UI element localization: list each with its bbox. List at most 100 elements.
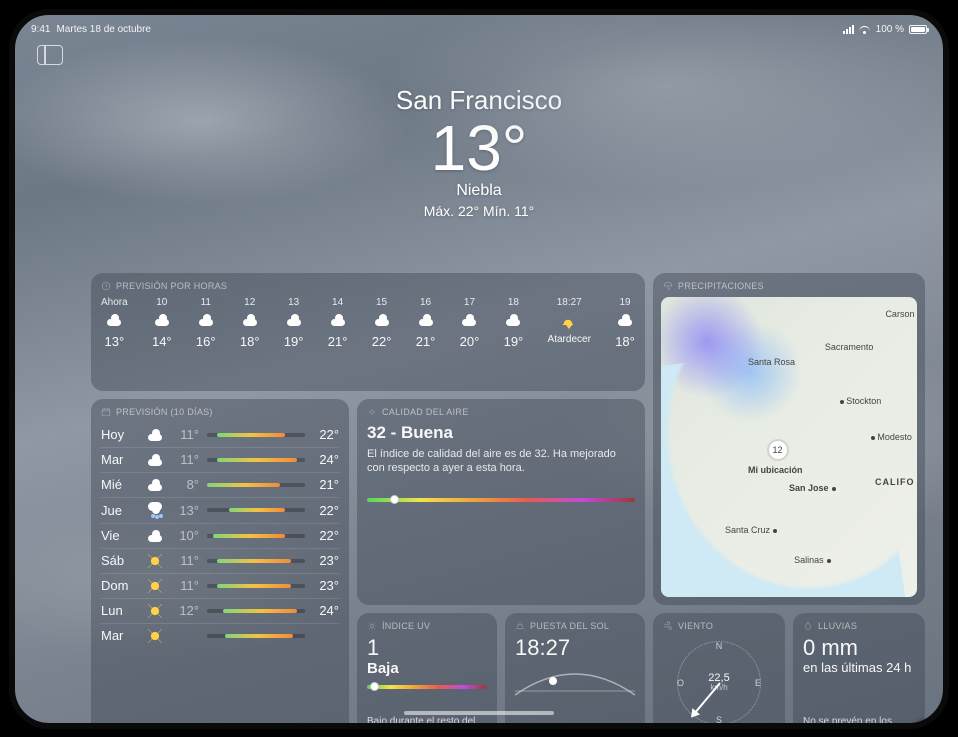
droplet-icon — [803, 621, 813, 631]
rain-label: en las últimas 24 h — [803, 660, 915, 675]
air-quality-card[interactable]: Calidad del aire 32 - Buena El índice de… — [357, 399, 645, 605]
sun-icon — [148, 579, 162, 593]
hour-column: 1218° — [240, 297, 260, 349]
hour-temp: 19° — [284, 334, 304, 349]
day-high: 22° — [313, 528, 339, 543]
rain-icon — [146, 502, 164, 518]
day-high: 22° — [313, 503, 339, 518]
precip-title: Precipitaciones — [678, 281, 764, 291]
wind-unit: km/h — [710, 684, 727, 692]
hour-temp: 21° — [416, 334, 436, 349]
day-name: Hoy — [101, 427, 137, 442]
cloud-icon — [504, 314, 522, 326]
tenday-title: Previsión (10 días) — [116, 407, 213, 417]
day-high: 21° — [313, 477, 339, 492]
day-name: Jue — [101, 503, 137, 518]
hour-time: 19 — [619, 297, 630, 308]
high-low: Máx. 22° Mín. 11° — [15, 203, 943, 219]
hour-time: 18 — [508, 297, 519, 308]
sun-icon — [148, 629, 162, 643]
map-location-pin[interactable]: 12 — [769, 441, 787, 459]
home-indicator[interactable] — [404, 711, 554, 715]
wind-card[interactable]: Viento N S E O 22,5km/h — [653, 613, 785, 729]
temp-range-bar — [207, 609, 305, 613]
hour-time: 13 — [288, 297, 299, 308]
day-row[interactable]: Mié 8° 21° — [101, 472, 339, 497]
day-name: Vie — [101, 528, 137, 543]
hour-column: 15 22° — [372, 297, 392, 349]
cloud-icon — [153, 314, 171, 326]
temp-range-bar — [207, 483, 305, 487]
uv-title: Índice UV — [382, 621, 430, 631]
day-low: 12° — [173, 603, 199, 618]
hour-column: 1720° — [460, 297, 480, 349]
hour-temp: 18° — [615, 334, 635, 349]
day-row[interactable]: Mar — [101, 623, 339, 648]
wind-icon — [663, 621, 673, 631]
cloud-icon — [417, 314, 435, 326]
hour-temp: Atardecer — [548, 334, 591, 345]
day-name: Mié — [101, 477, 137, 492]
rainfall-card[interactable]: Lluvias 0 mm en las últimas 24 h No se p… — [793, 613, 925, 729]
day-low: 11° — [173, 553, 199, 568]
day-row[interactable]: Jue13°22° — [101, 497, 339, 523]
wind-compass: N S E O 22,5km/h — [673, 637, 765, 729]
map-label: Salinas — [794, 555, 833, 565]
day-row[interactable]: Hoy11°22° — [101, 423, 339, 447]
day-name: Dom — [101, 578, 137, 593]
cloud-icon — [146, 479, 164, 491]
hour-time: 11 — [201, 297, 211, 308]
current-conditions: San Francisco 13° Niebla Máx. 22° Mín. 1… — [15, 15, 943, 219]
sun-path — [515, 663, 635, 703]
map-label: Santa Cruz — [725, 525, 779, 535]
hour-time: 15 — [376, 297, 387, 308]
precipitation-map-card[interactable]: Precipitaciones Santa Rosa Sacramento Ca… — [653, 273, 925, 605]
hour-column: 13 19° — [284, 297, 304, 349]
clock-icon — [101, 281, 111, 291]
hour-column: 1421° — [328, 297, 348, 349]
wind-title: Viento — [678, 621, 713, 631]
hourly-forecast-card[interactable]: Previsión por horas Ahora13°1014°1116°12… — [91, 273, 645, 391]
cloud-icon — [146, 454, 164, 466]
cloud-icon — [460, 314, 478, 326]
hour-temp: 14° — [152, 334, 172, 349]
uv-label: Baja — [367, 660, 487, 677]
sidebar-toggle-button[interactable] — [37, 45, 63, 65]
day-low: 8° — [173, 477, 199, 492]
cloud-icon — [241, 314, 259, 326]
aqi-title: Calidad del aire — [382, 407, 469, 417]
hour-temp: 22° — [372, 334, 392, 349]
hour-temp: 21° — [328, 334, 348, 349]
calendar-icon — [101, 407, 111, 417]
map-label: Stockton — [840, 396, 881, 406]
cloud-icon — [146, 530, 164, 542]
day-high: 23° — [313, 553, 339, 568]
hour-column: 19 18° — [615, 297, 635, 349]
day-row[interactable]: Lun12°24° — [101, 598, 339, 623]
sunset-value: 18:27 — [515, 637, 635, 659]
sun-icon — [367, 621, 377, 631]
sunset-icon — [515, 621, 525, 631]
day-row[interactable]: Dom11°23° — [101, 573, 339, 598]
day-low: 11° — [173, 578, 199, 593]
temp-range-bar — [207, 584, 305, 588]
day-row[interactable]: Vie10°22° — [101, 523, 339, 548]
hour-temp: 19° — [504, 334, 524, 349]
temp-range-bar — [207, 534, 305, 538]
precipitation-map[interactable]: Santa Rosa Sacramento Carson Stockton Mo… — [661, 297, 917, 597]
temp-range-bar — [207, 458, 305, 462]
current-temperature: 13° — [15, 116, 943, 180]
day-row[interactable]: Mar11°24° — [101, 447, 339, 472]
battery-percent: 100 % — [876, 24, 904, 35]
hour-column: 1621° — [416, 297, 436, 349]
current-condition: Niebla — [15, 182, 943, 200]
day-row[interactable]: Sáb11°23° — [101, 548, 339, 573]
map-label: Mi ubicación — [748, 465, 803, 475]
hour-column: Ahora13° — [101, 297, 128, 349]
ten-day-forecast-card[interactable]: Previsión (10 días) Hoy11°22°Mar11°24°Mi… — [91, 399, 349, 729]
cloud-icon — [373, 314, 391, 326]
status-bar: 9:41 Martes 18 de octubre 100 % — [15, 21, 943, 39]
hour-time: 17 — [464, 297, 475, 308]
hourly-title: Previsión por horas — [116, 281, 227, 291]
sun-icon — [148, 554, 162, 568]
